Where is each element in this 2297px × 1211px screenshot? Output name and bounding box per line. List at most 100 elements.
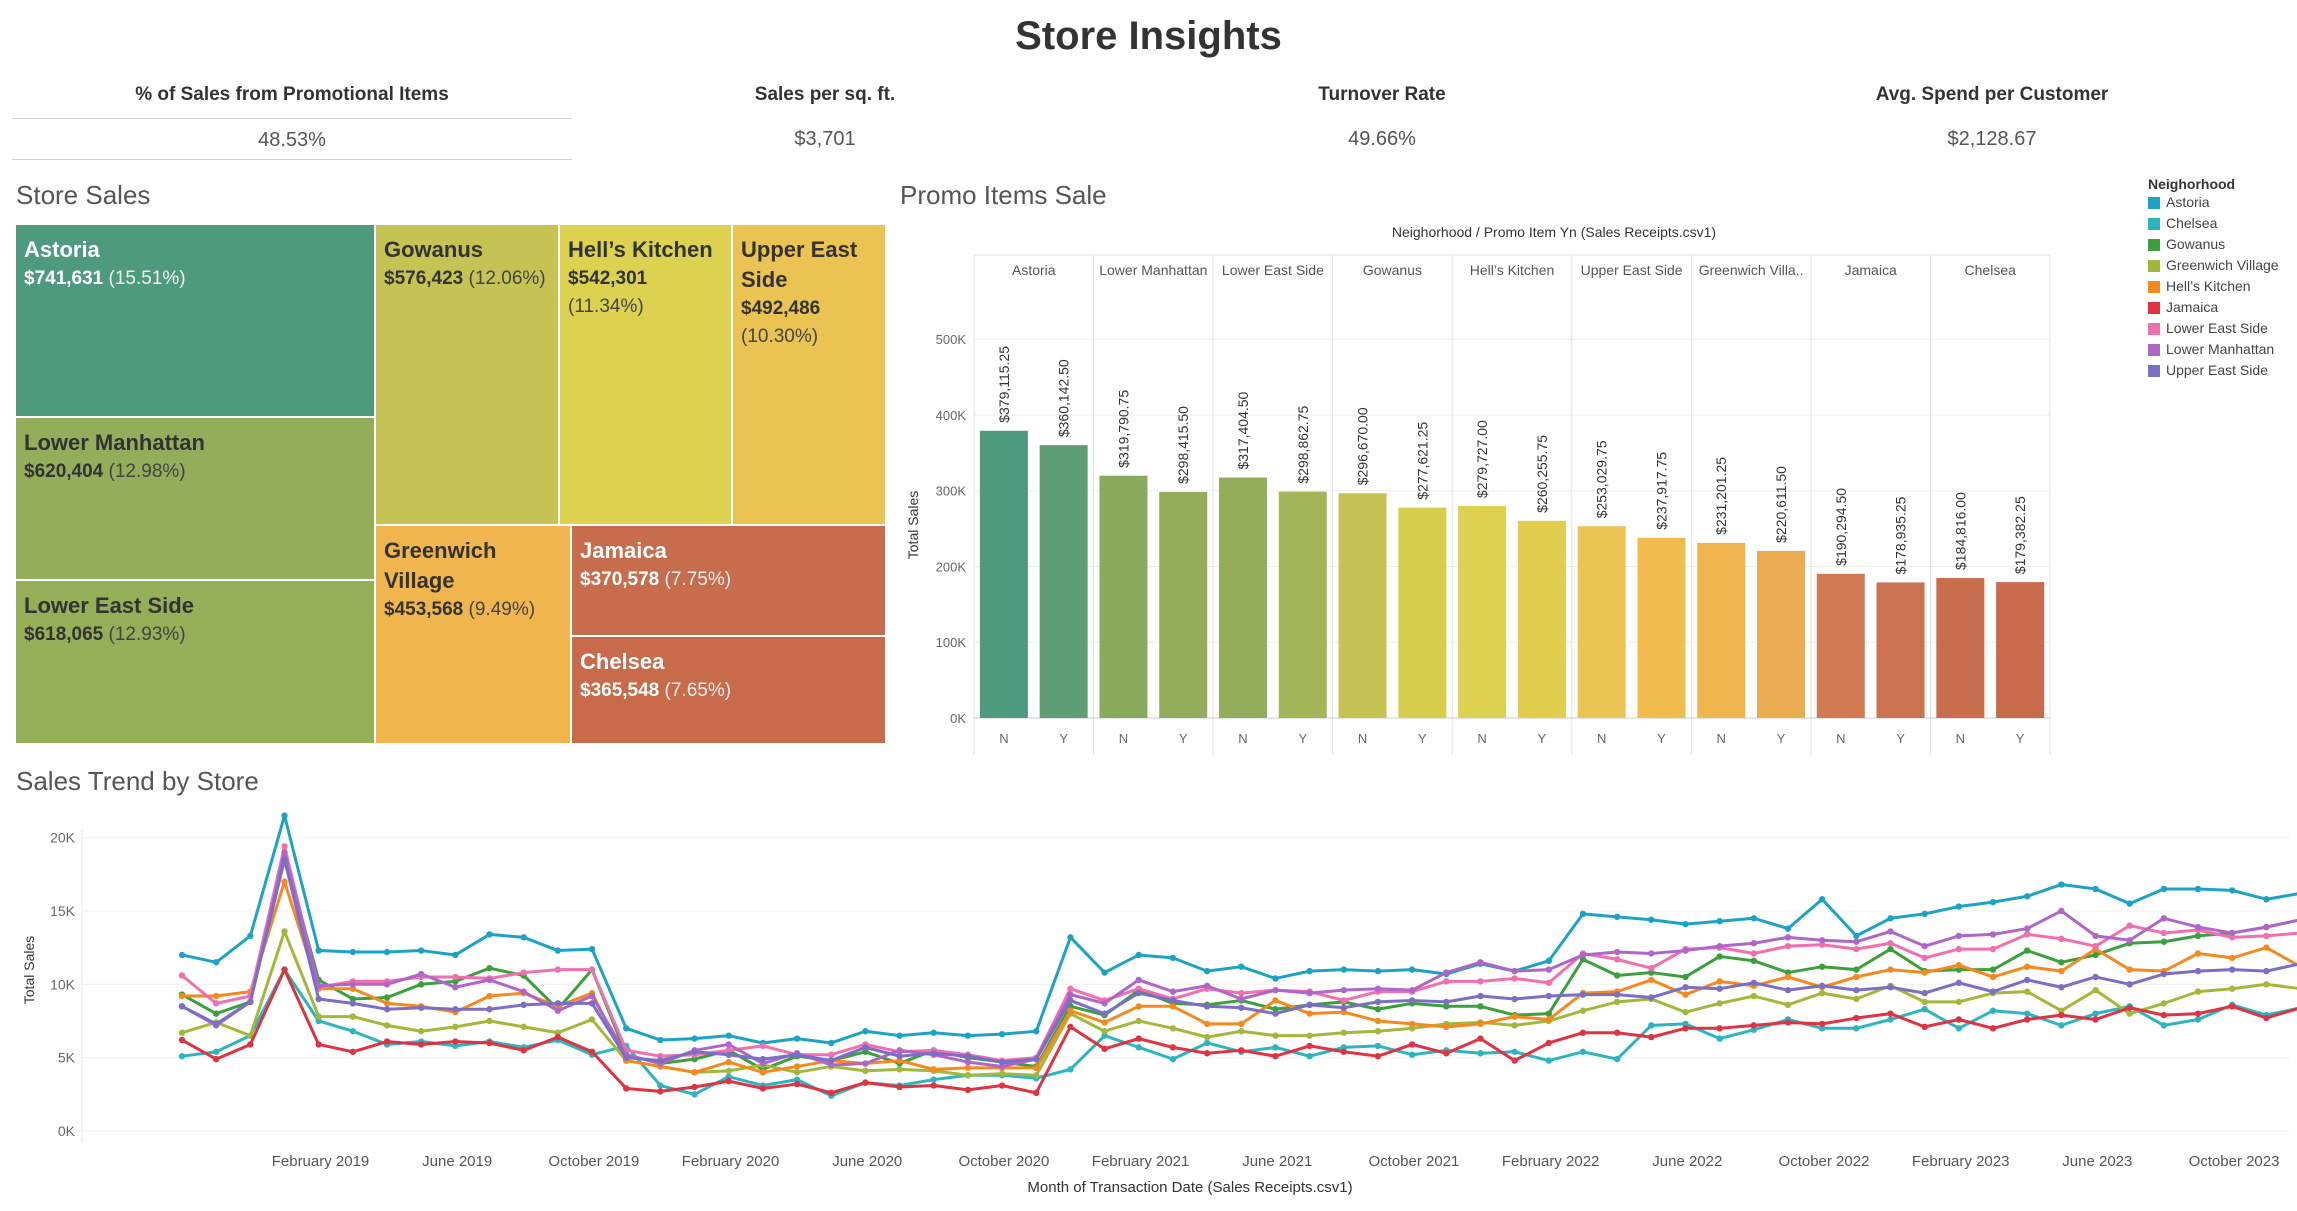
- trend-point: [1989, 1007, 1997, 1014]
- promo-bar[interactable]: [1996, 582, 2045, 718]
- trend-point: [1853, 966, 1860, 973]
- promo-group-label: Lower Manhattan: [1099, 262, 1207, 278]
- trend-point: [1306, 1001, 1313, 1009]
- trend-point: [1955, 903, 1963, 910]
- trend-point: [2023, 1010, 2031, 1017]
- legend-item-hell-s-kitchen[interactable]: Hell’s Kitchen: [2148, 276, 2279, 297]
- trend-point: [691, 1035, 698, 1042]
- promo-bar[interactable]: [1816, 573, 1865, 718]
- trend-point: [1853, 986, 1860, 994]
- trend-point: [964, 1058, 972, 1066]
- trend-x-tick: February 2022: [1502, 1153, 1600, 1170]
- trend-point: [2058, 959, 2065, 966]
- trend-point: [2194, 932, 2202, 940]
- trend-point: [2092, 973, 2099, 981]
- trend-point: [793, 1063, 801, 1070]
- trend-point: [793, 1035, 801, 1042]
- legend-swatch: [2148, 260, 2160, 273]
- trend-point: [1169, 988, 1177, 995]
- legend-swatch: [2148, 197, 2160, 210]
- trend-point: [1921, 989, 1928, 997]
- promo-bar[interactable]: [1757, 550, 1805, 718]
- promo-bar[interactable]: [1338, 493, 1387, 718]
- promo-bar[interactable]: [1219, 477, 1267, 718]
- treemap-cell-gowanus[interactable]: Gowanus $576,423 (12.06%): [375, 224, 559, 525]
- trend-point: [2023, 976, 2031, 984]
- trend-point: [2023, 931, 2031, 938]
- trend-point: [1579, 910, 1587, 918]
- trend-point: [1921, 1023, 1928, 1031]
- kpi-value: $3,701: [794, 128, 856, 150]
- trend-point: [1306, 967, 1313, 975]
- trend-point: [1784, 1001, 1792, 1009]
- kpi-label: Turnover Rate: [1318, 84, 1446, 105]
- legend-item-astoria[interactable]: Astoria: [2148, 192, 2279, 213]
- trend-series-lower-east-side[interactable]: [181, 844, 2297, 1063]
- promo-bar[interactable]: [1936, 577, 1985, 718]
- trend-point: [1613, 956, 1621, 963]
- treemap-cell-astoria[interactable]: Astoria $741,631 (15.51%): [15, 224, 375, 417]
- trend-point: [1613, 948, 1621, 956]
- trend-point: [862, 1060, 869, 1067]
- promo-bar[interactable]: [1099, 475, 1148, 718]
- trend-series-gowanus[interactable]: [181, 853, 2297, 1071]
- promo-bar[interactable]: [1398, 507, 1447, 718]
- promo-bar[interactable]: [1577, 526, 1626, 718]
- treemap-cell-lower-manhattan[interactable]: Lower Manhattan $620,404 (12.98%): [15, 417, 375, 580]
- promo-bar-label: $277,621.25: [1414, 422, 1430, 500]
- promo-bar[interactable]: [979, 430, 1028, 718]
- trend-point: [1682, 920, 1689, 928]
- promo-bar[interactable]: [1278, 491, 1327, 718]
- trend-point: [691, 1083, 698, 1091]
- trend-point: [2263, 932, 2270, 940]
- legend-item-upper-east-side[interactable]: Upper East Side: [2148, 360, 2279, 381]
- promo-bar[interactable]: [1458, 506, 1507, 718]
- legend-item-lower-manhattan[interactable]: Lower Manhattan: [2148, 339, 2279, 360]
- treemap-cell-hells-kitchen[interactable]: Hell’s Kitchen $542,301 (11.34%): [559, 224, 732, 525]
- promo-bar[interactable]: [1697, 542, 1746, 718]
- kpi-value: 48.53%: [12, 119, 572, 160]
- trend-point: [1477, 1050, 1484, 1057]
- promo-bar[interactable]: [1637, 537, 1686, 718]
- legend-item-jamaica[interactable]: Jamaica: [2148, 297, 2279, 318]
- trend-point: [2194, 1010, 2202, 1017]
- legend-item-lower-east-side[interactable]: Lower East Side: [2148, 318, 2279, 339]
- trend-point: [1511, 1048, 1518, 1055]
- promo-x-tick: N: [1358, 731, 1367, 746]
- legend-item-chelsea[interactable]: Chelsea: [2148, 213, 2279, 234]
- trend-point: [1135, 951, 1142, 959]
- trend-point: [1648, 964, 1655, 972]
- treemap-cell-greenwich-village[interactable]: Greenwich Village $453,568 (9.49%): [375, 525, 571, 744]
- legend-label: Jamaica: [2166, 299, 2219, 315]
- trend-point: [1648, 1033, 1655, 1041]
- promo-y-tick: 400K: [936, 408, 967, 423]
- legend-item-gowanus[interactable]: Gowanus: [2148, 234, 2279, 255]
- promo-y-tick: 500K: [936, 332, 967, 347]
- promo-bar[interactable]: [1159, 491, 1208, 718]
- promo-bar[interactable]: [1517, 520, 1566, 718]
- trend-point: [1272, 986, 1279, 994]
- trend-point: [1784, 986, 1792, 994]
- trend-point: [383, 994, 391, 1001]
- legend-item-greenwich-village[interactable]: Greenwich Village: [2148, 255, 2279, 276]
- trend-point: [588, 1000, 596, 1007]
- treemap-cell-lower-east-side[interactable]: Lower East Side $618,065 (12.93%): [15, 580, 375, 744]
- promo-bar[interactable]: [1039, 445, 1088, 718]
- store-sales-title: Store Sales: [16, 180, 151, 210]
- trend-point: [2126, 966, 2133, 973]
- treemap-cell-value: $370,578: [580, 569, 660, 590]
- legend-swatch: [2148, 365, 2160, 378]
- promo-bar-label: $279,727.00: [1474, 420, 1490, 498]
- trend-point: [1853, 1014, 1860, 1022]
- treemap-cell-jamaica[interactable]: Jamaica $370,578 (7.75%): [571, 525, 886, 636]
- trend-series-lower-manhattan[interactable]: [181, 850, 2297, 1068]
- treemap-cell-upper-east-side[interactable]: Upper East Side $492,486 (10.30%): [732, 224, 886, 525]
- treemap-cell-pct: (15.51%): [108, 268, 186, 289]
- promo-bar[interactable]: [1876, 582, 1925, 718]
- legend-label: Lower Manhattan: [2166, 341, 2275, 357]
- legend-label: Hell’s Kitchen: [2166, 278, 2251, 294]
- treemap-cell-chelsea[interactable]: Chelsea $365,548 (7.65%): [571, 636, 886, 744]
- trend-point: [1374, 967, 1382, 975]
- trend-point: [1272, 997, 1279, 1004]
- trend-point: [896, 1083, 903, 1091]
